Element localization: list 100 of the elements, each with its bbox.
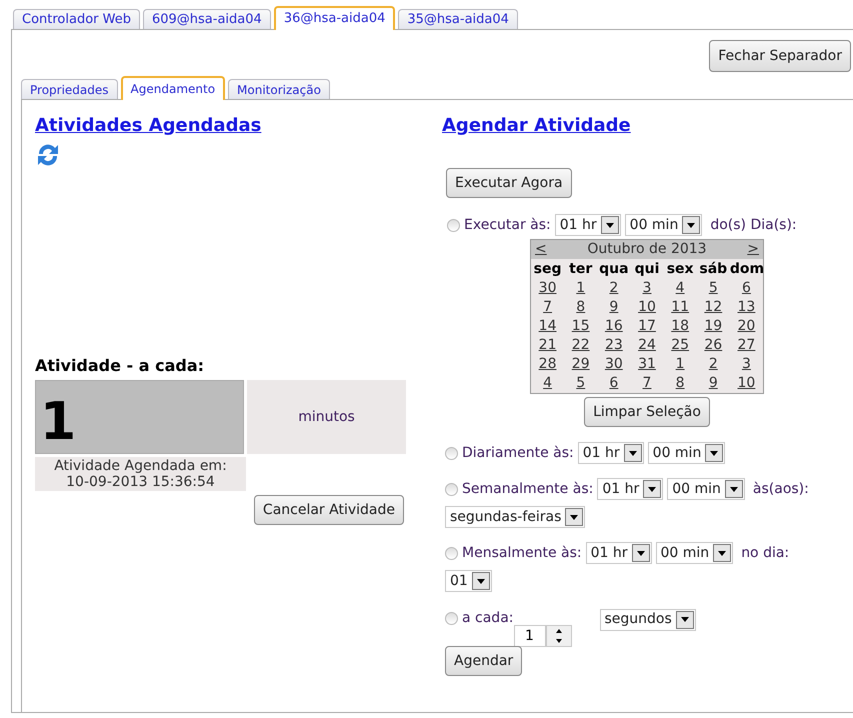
dropdown[interactable]: 01 hr: [586, 542, 652, 564]
dropdown[interactable]: 01 hr: [597, 478, 664, 500]
weekday-header: dom: [730, 260, 763, 279]
weekday-header: ter: [568, 260, 594, 279]
calendar-day[interactable]: 31: [638, 356, 656, 372]
calendar-day[interactable]: 1: [676, 356, 685, 372]
calendar-day[interactable]: 11: [671, 299, 690, 315]
caret-icon: [600, 216, 619, 234]
tab[interactable]: Monitorização: [228, 79, 330, 99]
run-now-button[interactable]: Executar Agora: [446, 168, 572, 198]
label: a cada:: [462, 609, 514, 628]
calendar-day[interactable]: 22: [572, 337, 590, 353]
calendar-day[interactable]: 5: [576, 375, 586, 391]
calendar-day[interactable]: 18: [671, 318, 690, 334]
month-title: Outubro de 2013: [587, 240, 707, 259]
weekday-header: sáb: [698, 260, 728, 279]
tab[interactable]: 36@hsa-aida04: [274, 6, 396, 30]
label: Mensalmente às:: [462, 544, 582, 562]
calendar-day[interactable]: 28: [538, 356, 556, 372]
label: Executar às:: [464, 216, 551, 234]
label: às(aos):: [752, 480, 809, 498]
dropdown[interactable]: 01 hr: [578, 442, 644, 464]
calendar-day[interactable]: 29: [572, 356, 590, 372]
calendar-day[interactable]: 4: [676, 280, 685, 296]
scheduled-at-text: Atividade Agendada em: 10-09-2013 15:36:54: [35, 457, 246, 491]
calendar-day[interactable]: 21: [538, 337, 556, 353]
calendar-day[interactable]: 16: [604, 318, 623, 334]
label: Semanalmente às:: [462, 480, 594, 498]
section-title-link[interactable]: Atividades Agendadas: [35, 112, 262, 139]
dropdown[interactable]: 00 min: [624, 214, 702, 236]
caret-icon: [705, 444, 724, 462]
radio-button[interactable]: [445, 482, 458, 496]
label: no dia:: [741, 544, 790, 562]
tab[interactable]: 35@hsa-aida04: [398, 9, 518, 29]
caret-icon: [565, 508, 584, 526]
tab[interactable]: Agendamento: [120, 76, 226, 100]
calendar-day[interactable]: 3: [642, 280, 652, 296]
calendar-day[interactable]: 3: [742, 356, 751, 372]
interval-value-panel: 1: [35, 380, 244, 454]
dropdown[interactable]: segundos: [600, 608, 696, 630]
previous-month-link[interactable]: <: [535, 239, 547, 260]
dropdown[interactable]: 00 min: [667, 478, 745, 500]
caret-icon: [713, 544, 732, 562]
weekday-header: qui: [634, 260, 660, 279]
caret-icon: [682, 216, 700, 234]
dropdown[interactable]: 01 hr: [554, 214, 621, 236]
caret-icon: [643, 480, 662, 498]
dropdown[interactable]: 00 min: [656, 542, 734, 564]
radio-button[interactable]: [445, 546, 458, 560]
dropdown[interactable]: 01: [445, 570, 492, 592]
calendar-day[interactable]: 9: [609, 299, 618, 315]
calendar-day[interactable]: 6: [742, 280, 751, 296]
section-title-link[interactable]: Agendar Atividade: [442, 112, 631, 139]
calendar-day[interactable]: 19: [704, 318, 722, 334]
dropdown[interactable]: segundas-feiras: [445, 506, 586, 528]
weekday-header: seg: [532, 260, 562, 279]
close-tab-button[interactable]: Fechar Separador: [709, 40, 851, 72]
schedule-button[interactable]: Agendar: [445, 646, 522, 676]
calendar-day[interactable]: 5: [708, 280, 718, 296]
caret-icon: [724, 480, 743, 498]
calendar-day[interactable]: 15: [572, 318, 590, 334]
calendar-day[interactable]: 6: [609, 375, 618, 391]
radio-button[interactable]: [445, 612, 458, 625]
dropdown[interactable]: 00 min: [648, 442, 726, 464]
calendar-day[interactable]: 30: [604, 356, 623, 372]
calendar-day[interactable]: 10: [738, 375, 756, 391]
calendar-day[interactable]: 30: [538, 280, 556, 296]
calendar-day[interactable]: 2: [708, 356, 718, 372]
calendar-day[interactable]: 8: [676, 375, 685, 391]
calendar-day[interactable]: 13: [738, 299, 756, 315]
tab[interactable]: Propriedades: [21, 79, 118, 99]
calendar-day[interactable]: 20: [738, 318, 756, 334]
radio-button[interactable]: [445, 446, 458, 460]
calendar-day[interactable]: 26: [704, 337, 722, 353]
calendar-day[interactable]: 9: [708, 375, 718, 391]
calendar-day[interactable]: 24: [638, 337, 656, 353]
tab[interactable]: 609@hsa-aida04: [142, 9, 271, 29]
clear-selection-button[interactable]: Limpar Seleção: [584, 397, 710, 427]
calendar-day[interactable]: 8: [576, 299, 586, 315]
caret-icon: [632, 544, 650, 562]
calendar-day[interactable]: 1: [576, 280, 586, 296]
calendar-day[interactable]: 4: [543, 375, 552, 391]
calendar-day[interactable]: 25: [671, 337, 690, 353]
calendar-day[interactable]: 27: [738, 337, 756, 353]
label: Diariamente às:: [462, 444, 574, 462]
tab[interactable]: Controlador Web: [13, 9, 140, 29]
weekday-header: sex: [666, 260, 695, 279]
calendar-day[interactable]: 7: [642, 375, 652, 391]
calendar-day[interactable]: 10: [638, 299, 656, 315]
cancel-activity-button[interactable]: Cancelar Atividade: [254, 495, 404, 525]
calendar-day[interactable]: 14: [538, 318, 556, 334]
calendar-day[interactable]: 17: [638, 318, 656, 334]
calendar-day[interactable]: 12: [704, 299, 722, 315]
next-month-link[interactable]: >: [747, 239, 759, 260]
radio-button[interactable]: [447, 218, 460, 232]
calendar-day[interactable]: 23: [604, 337, 623, 353]
interval-unit-panel: minutos: [247, 380, 406, 454]
calendar-day[interactable]: 2: [609, 280, 618, 296]
caret-icon: [624, 444, 642, 462]
calendar-day[interactable]: 7: [543, 299, 552, 315]
